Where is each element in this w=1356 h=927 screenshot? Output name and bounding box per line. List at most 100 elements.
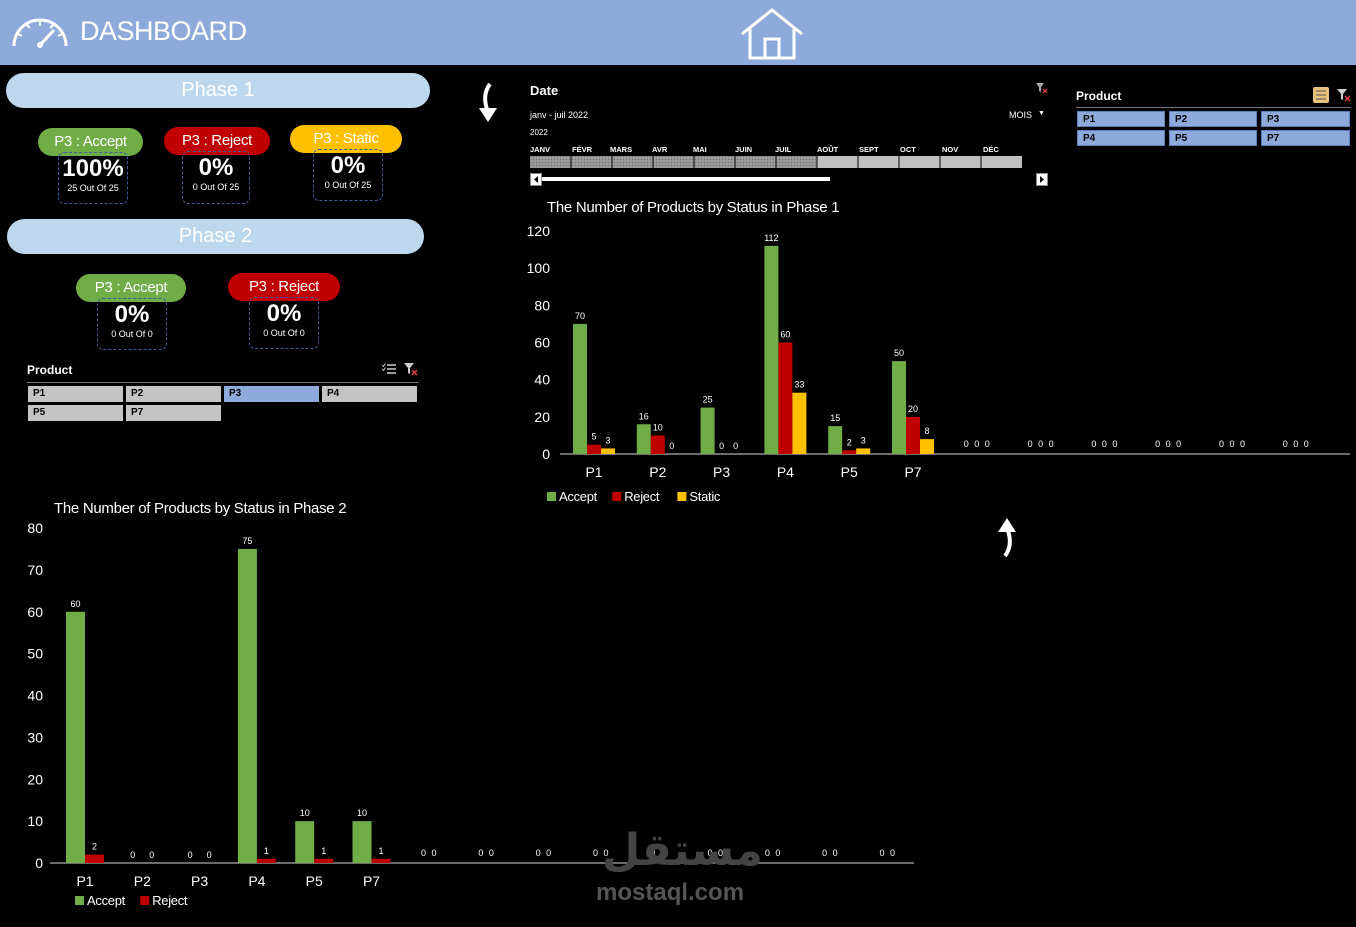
data-label: 1 [378,846,383,856]
timeline-scroll-right-icon[interactable] [1036,173,1048,186]
multi-select-icon[interactable] [1313,87,1329,103]
timeline-scrollbar[interactable] [542,177,830,181]
x-tick-label: P4 [248,873,265,889]
timeline-track[interactable] [530,156,1022,170]
right-slicer-item-p3[interactable]: P3 [1261,111,1350,127]
timeline-month: JANV [530,145,551,154]
timeline-month: NOV [942,145,959,154]
x-tick-label: P2 [649,464,666,480]
timeline-month: DÉC [983,145,999,154]
kpi-sub: 0 Out Of 25 [324,180,372,190]
left-slicer-item-p2[interactable]: P2 [126,386,221,402]
zero-data-label: 0 0 0 [1091,439,1117,449]
app-title: DASHBOARD [80,16,247,46]
zero-data-label: 0 0 [478,848,494,858]
data-label: 0 [130,850,135,860]
home-icon[interactable] [738,6,806,62]
phase-1-header: Phase 1 [6,73,430,108]
timeline-year: 2022 [530,128,548,137]
kpi-percent: 0% [198,154,234,181]
x-tick-label: P1 [76,873,93,889]
chart-1-title: The Number of Products by Status in Phas… [547,199,840,216]
kpi-sub: 25 Out Of 25 [67,183,119,193]
timeline-month: OCT [900,145,916,154]
timeline-clear-filter-icon[interactable] [1036,83,1048,95]
left-slicer-item-p5[interactable]: P5 [28,405,123,421]
right-slicer-item-p5[interactable]: P5 [1169,130,1257,146]
data-label: 8 [924,426,929,436]
legend-label: Accept [559,489,598,504]
zero-data-label: 0 0 [421,848,437,858]
bar-static [792,392,807,454]
legend-label: Reject [152,893,188,908]
slicer-divider [27,382,419,383]
data-label: 3 [861,435,866,445]
mostaql-watermark: مستقل mostaql.com [592,825,767,910]
data-label: 33 [794,380,804,390]
data-label: 50 [894,348,904,358]
data-label: 15 [830,413,840,423]
legend-label: Accept [87,893,126,908]
legend-label: Reject [624,489,660,504]
y-tick-label: 50 [27,646,43,662]
right-slicer-item-p1[interactable]: P1 [1077,111,1165,127]
clear-filter-icon[interactable] [404,363,418,376]
zero-data-label: 0 0 0 [1155,439,1181,449]
left-slicer-item-p1[interactable]: P1 [28,386,123,402]
y-tick-label: 30 [27,729,43,745]
data-label: 5 [591,432,596,442]
timeline-month: AOÛT [817,145,839,154]
data-label: 1 [321,846,326,856]
data-label: 2 [847,437,852,447]
data-label: 16 [639,411,649,421]
left-slicer-item-p7[interactable]: P7 [126,405,221,421]
right-slicer-item-p2[interactable]: P2 [1169,111,1257,127]
timeline-title: Date [530,83,559,98]
zero-data-label: 0 0 0 [1283,439,1309,449]
data-label: 2 [92,842,97,852]
kpi-sub: 0 Out Of 0 [263,328,305,338]
zero-data-label: 0 0 [822,848,838,858]
kpi-percent: 0% [114,301,150,328]
data-label: 0 [719,441,724,451]
legend-swatch [612,492,622,501]
data-label: 10 [300,808,310,818]
data-label: 0 [207,850,212,860]
left-slicer-item-p3[interactable]: P3 [224,386,319,402]
left-slicer-title: Product [27,363,73,377]
bar-reject [587,444,601,454]
timeline-month: JUIL [775,145,792,154]
timeline-level[interactable]: MOIS [1009,110,1032,120]
right-slicer-item-p7[interactable]: P7 [1261,130,1350,146]
chevron-down-icon[interactable]: ▼ [1038,110,1045,117]
data-label: 0 [188,850,193,860]
bar-static [920,439,934,454]
y-tick-label: 20 [27,771,43,787]
data-label: 70 [575,311,585,321]
x-tick-label: P5 [841,464,858,480]
multi-select-icon[interactable] [382,363,396,375]
kpi-percent: 100% [62,155,124,182]
data-label: 1 [264,846,269,856]
x-tick-label: P4 [777,464,794,480]
watermark-latin: mostaql.com [596,879,745,906]
data-label: 0 [669,441,674,451]
clear-filter-icon[interactable] [1337,89,1351,102]
bar-static [856,448,871,454]
bar-accept [700,407,715,454]
y-tick-label: 80 [27,520,43,536]
bar-static [601,448,615,454]
x-tick-label: P5 [306,873,323,889]
left-slicer-item-p4[interactable]: P4 [322,386,417,402]
arrow-down-icon [479,82,497,122]
data-label: 60 [70,599,80,609]
p1-accept-kpi: 100% 25 Out Of 25 [58,152,128,204]
bar-accept [636,424,651,454]
legend-swatch [140,896,150,905]
right-slicer-item-p4[interactable]: P4 [1077,130,1165,146]
bar-reject [85,854,104,863]
timeline-scroll-left-icon[interactable] [530,173,542,186]
kpi-percent: 0% [266,300,302,327]
bar-reject [371,858,391,863]
data-label: 10 [357,808,367,818]
